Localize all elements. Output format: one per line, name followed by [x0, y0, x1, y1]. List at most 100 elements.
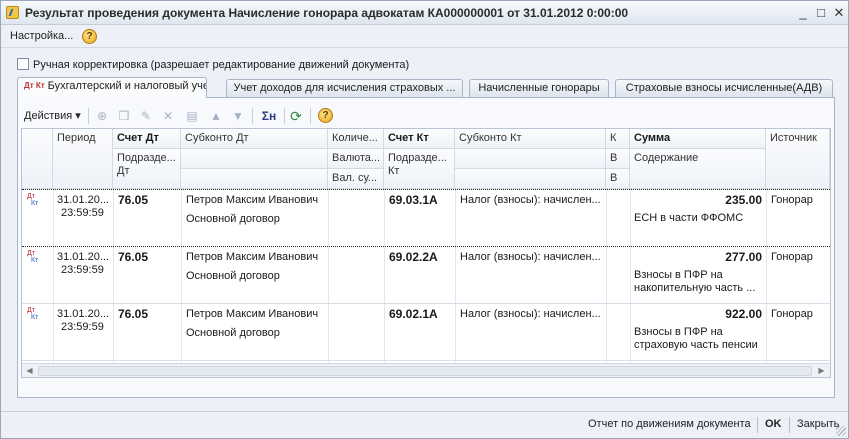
header-account-dt[interactable]: Счет Дт — [113, 129, 181, 149]
copy-icon[interactable]: ❐ — [116, 108, 132, 124]
account-kt: 69.03.1А — [389, 193, 438, 207]
period-date: 31.01.20... — [57, 251, 109, 263]
toolbar-separator — [252, 108, 253, 124]
subconto-kt: Налог (взносы): начислен... — [460, 194, 601, 206]
sum-value: 277.00 — [725, 250, 762, 264]
add-icon[interactable]: ⊕ — [94, 108, 110, 124]
account-dt: 76.05 — [118, 193, 149, 207]
header-period[interactable]: Период — [53, 129, 113, 189]
header-icon-column — [22, 129, 53, 189]
resize-grip-icon[interactable] — [836, 426, 846, 436]
grid-toolbar: Действия ▾ ⊕ ❐ ✎ ✕ ▤ ▲ ▼ Σн ⟳ ? — [18, 106, 834, 126]
header-subconto-dt-3 — [181, 169, 328, 189]
source-value: Гонорар — [771, 308, 813, 320]
help-icon[interactable]: ? — [318, 108, 333, 123]
subconto-dt-2: Основной договор — [186, 327, 280, 339]
close-window-button[interactable]: ✕ — [831, 5, 847, 21]
move-down-icon[interactable]: ▼ — [230, 108, 246, 124]
period-date: 31.01.20... — [57, 194, 109, 206]
period-time: 23:59:59 — [61, 264, 104, 276]
scroll-thumb[interactable] — [38, 366, 812, 376]
column-line — [181, 189, 182, 363]
header-v2[interactable]: В — [606, 169, 630, 189]
help-icon[interactable]: ? — [82, 29, 97, 44]
account-kt: 69.02.1А — [389, 307, 438, 321]
header-account-kt[interactable]: Счет Кт — [384, 129, 455, 149]
dt-label: Дт — [27, 193, 35, 200]
settings-menu[interactable]: Настройка... — [10, 30, 73, 42]
dt-kt-icon: Дт Кт — [27, 307, 38, 321]
toolbar-separator — [88, 108, 89, 124]
account-kt: 69.02.2А — [389, 250, 438, 264]
header-subconto-dt[interactable]: Субконто Дт — [181, 129, 328, 149]
period-time: 23:59:59 — [61, 321, 104, 333]
content-text: ЕСН в части ФФОМС — [634, 212, 744, 224]
ok-button[interactable]: OK — [765, 418, 782, 430]
kt-label: Кт — [31, 200, 39, 207]
dt-kt-icon: Дт Кт — [27, 250, 38, 264]
refresh-icon[interactable]: ⟳ — [288, 108, 304, 124]
row-separator — [22, 360, 830, 361]
header-currency[interactable]: Валюта... — [328, 149, 384, 169]
close-button[interactable]: Закрыть — [797, 418, 839, 430]
sum-icon[interactable]: Σн — [258, 108, 280, 124]
tab-insurance-income[interactable]: Учет доходов для исчисления страховых ..… — [226, 79, 463, 97]
header-division-kt[interactable]: Подразде... Кт — [384, 149, 455, 189]
document-edit-icon — [6, 6, 19, 19]
tab-accrued-fees[interactable]: Начисленные гонорары — [469, 79, 609, 97]
actions-menu[interactable]: Действия ▾ — [24, 109, 81, 122]
header-val-sum[interactable]: Вал. су... — [328, 169, 384, 189]
save-icon[interactable]: ▤ — [184, 108, 200, 124]
horizontal-scrollbar[interactable]: ◀ ▶ — [22, 363, 830, 377]
source-value: Гонорар — [771, 194, 813, 206]
scroll-left-icon[interactable]: ◀ — [23, 365, 36, 377]
header-quantity[interactable]: Количе... — [328, 129, 384, 149]
edit-icon[interactable]: ✎ — [138, 108, 154, 124]
header-source[interactable]: Источник — [766, 129, 830, 189]
subconto-dt-1: Петров Максим Иванович — [186, 251, 319, 263]
minimize-button[interactable]: _ — [795, 5, 811, 21]
manual-edit-label: Ручная корректировка (разрешает редактир… — [33, 59, 410, 71]
header-subconto-kt-2 — [455, 149, 606, 169]
scroll-right-icon[interactable]: ▶ — [815, 365, 828, 377]
subconto-kt: Налог (взносы): начислен... — [460, 251, 601, 263]
movements-report-link[interactable]: Отчет по движениям документа — [588, 418, 751, 430]
column-line — [384, 189, 385, 363]
movements-grid[interactable]: Период Счет Дт Субконто Дт Количе... Сче… — [21, 128, 831, 378]
window-title: Результат проведения документа Начислени… — [25, 6, 629, 20]
account-dt: 76.05 — [118, 250, 149, 264]
dt-kt-icon: Дт Кт — [24, 81, 45, 90]
kt-label: Кт — [31, 314, 39, 321]
content-text: Взносы в ПФР на страховую часть пенсии — [634, 326, 758, 351]
title-bar: Результат проведения документа Начислени… — [1, 1, 848, 25]
header-content[interactable]: Содержание — [630, 149, 766, 189]
tab-accounting[interactable]: Дт Кт Бухгалтерский и налоговый учет — [17, 77, 207, 98]
period-time: 23:59:59 — [61, 207, 104, 219]
column-line — [328, 189, 329, 363]
header-v1[interactable]: В — [606, 149, 630, 169]
period-date: 31.01.20... — [57, 308, 109, 320]
dt-label: Дт — [27, 250, 35, 257]
tab-label: Бухгалтерский и налоговый учет — [47, 80, 207, 92]
manual-edit-checkbox[interactable] — [17, 58, 29, 70]
header-subconto-dt-2 — [181, 149, 328, 169]
maximize-button[interactable]: □ — [813, 5, 829, 21]
dt-label: Дт — [27, 307, 35, 314]
header-sum[interactable]: Сумма — [630, 129, 766, 149]
header-k[interactable]: К — [606, 129, 630, 149]
header-subconto-kt[interactable]: Субконто Кт — [455, 129, 606, 149]
account-dt: 76.05 — [118, 307, 149, 321]
subconto-dt-1: Петров Максим Иванович — [186, 308, 319, 320]
column-line — [53, 189, 54, 363]
document-result-window: Результат проведения документа Начислени… — [0, 0, 849, 439]
column-line — [455, 189, 456, 363]
sum-value: 922.00 — [725, 307, 762, 321]
header-division-dt[interactable]: Подразде... Дт — [113, 149, 181, 189]
tab-insurance-contributions[interactable]: Страховые взносы исчисленные(АДВ) — [615, 79, 833, 97]
row-separator — [22, 303, 830, 304]
manual-edit-option[interactable]: Ручная корректировка (разрешает редактир… — [17, 58, 409, 72]
column-line — [113, 189, 114, 363]
delete-icon[interactable]: ✕ — [160, 108, 176, 124]
move-up-icon[interactable]: ▲ — [208, 108, 224, 124]
column-line — [766, 189, 767, 363]
